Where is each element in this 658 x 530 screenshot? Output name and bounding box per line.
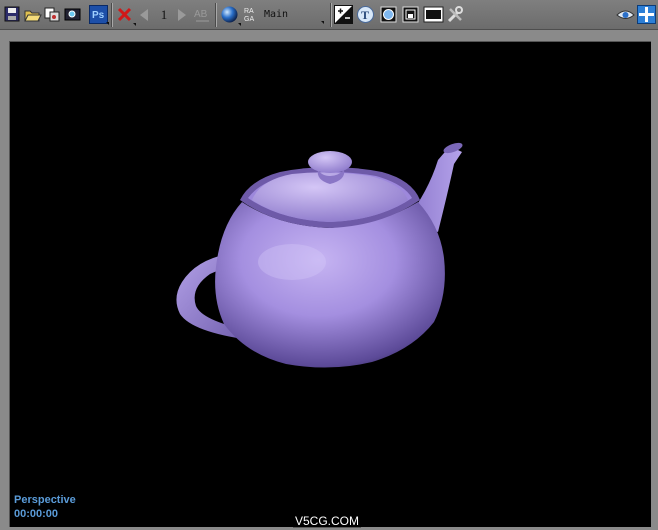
rgb-alpha-icon[interactable]: RA GA (242, 5, 261, 24)
clear-icon[interactable] (115, 5, 136, 26)
tools-icon[interactable] (446, 5, 465, 24)
region-render-icon[interactable] (379, 5, 398, 24)
toolbar-separator (111, 3, 113, 27)
frame-buffer-toolbar: Ps 1 AB RA GA Main T (0, 0, 658, 30)
copy-image-icon[interactable] (43, 5, 62, 24)
next-frame-icon[interactable] (172, 5, 191, 24)
channel-select[interactable]: Main (264, 8, 324, 22)
watermark: V5CG.COM (293, 514, 362, 528)
photoshop-icon[interactable]: Ps (89, 5, 109, 25)
svg-text:T: T (361, 8, 369, 22)
chevron-down-icon[interactable] (321, 21, 324, 24)
render-viewport[interactable]: Perspective 00:00:00 V5CG.COM (9, 41, 651, 528)
svg-text:RA: RA (244, 8, 254, 15)
clone-frame-icon[interactable] (63, 5, 82, 24)
teapot-render (176, 142, 463, 368)
view-eye-icon[interactable] (616, 5, 635, 24)
lid-knob (308, 151, 352, 173)
exposure-icon[interactable] (334, 5, 353, 24)
teapot-highlight (258, 244, 326, 280)
svg-text:Ps: Ps (92, 10, 105, 21)
dropdown-corner-icon (238, 23, 241, 26)
open-icon[interactable] (23, 5, 42, 24)
view-label: Perspective (14, 494, 76, 506)
sphere-channel-icon[interactable] (220, 5, 241, 26)
previous-frame-icon[interactable] (135, 5, 154, 24)
display-toggle-icon[interactable] (423, 5, 444, 24)
timecode: 00:00:00 (14, 508, 59, 520)
svg-text:GA: GA (244, 16, 254, 23)
save-icon[interactable] (3, 5, 22, 24)
toolbar-separator (330, 3, 332, 27)
ab-compare-icon[interactable]: AB (193, 5, 212, 24)
toolbar-separator (215, 3, 217, 27)
navigate-icon[interactable] (637, 5, 656, 24)
frame-number: 1 (160, 7, 168, 22)
svg-text:AB: AB (194, 9, 208, 20)
safe-frame-icon[interactable] (401, 5, 420, 24)
dropdown-corner-icon (106, 22, 109, 25)
text-overlay-icon[interactable]: T (356, 5, 375, 24)
